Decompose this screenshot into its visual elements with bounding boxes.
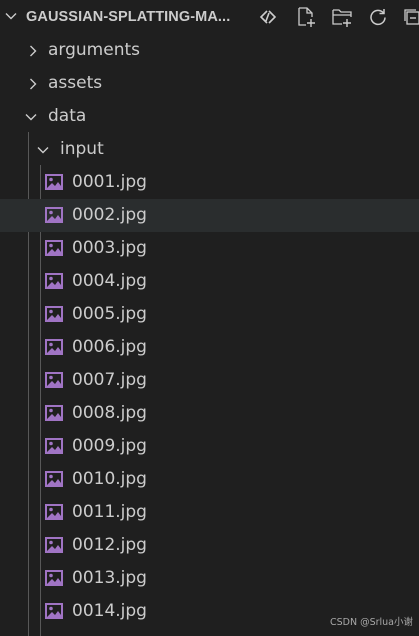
tree-folder-data[interactable]: data [0,100,419,133]
new-folder-icon[interactable] [330,5,354,29]
tree-file-item[interactable]: 0001.jpg [0,166,419,199]
explorer-title[interactable]: GAUSSIAN-SPLATTING-MA... [26,9,230,25]
file-label: 0013.jpg [72,568,147,588]
tree-folder-arguments[interactable]: arguments [0,34,419,67]
file-label: 0002.jpg [72,205,147,225]
file-label: 0009.jpg [72,436,147,456]
refresh-icon[interactable] [366,5,390,29]
image-file-icon [45,207,63,223]
watermark: CSDN @Srlua小谢 [329,617,413,628]
file-label: 0006.jpg [72,337,147,357]
tree-file-item[interactable]: 0007.jpg [0,364,419,397]
image-file-icon [45,306,63,322]
tree-file-item[interactable]: 0011.jpg [0,496,419,529]
file-label: 0003.jpg [72,238,147,258]
image-file-icon [45,273,63,289]
folder-label: input [60,139,104,159]
tree-file-item[interactable]: 0013.jpg [0,562,419,595]
folder-label: data [48,106,87,126]
chevron-down-icon[interactable] [3,8,19,24]
image-file-icon [45,603,63,619]
tree-file-item[interactable]: 0008.jpg [0,397,419,430]
chevron-down-icon [37,147,49,154]
tree-file-item[interactable]: 0010.jpg [0,463,419,496]
folder-label: arguments [48,40,140,60]
new-file-icon[interactable] [294,5,318,29]
explorer-header: GAUSSIAN-SPLATTING-MA... [0,0,419,34]
file-label: 0005.jpg [72,304,147,324]
file-label: 0004.jpg [72,271,147,291]
chevron-down-icon [25,114,37,121]
image-file-icon [45,372,63,388]
folder-label: assets [48,73,103,93]
image-file-icon [45,339,63,355]
image-file-icon [45,405,63,421]
image-file-icon [45,240,63,256]
chevron-right-icon [30,78,37,90]
chevron-right-icon [30,45,37,57]
tree-file-item[interactable]: 0003.jpg [0,232,419,265]
tree-file-item[interactable]: 0012.jpg [0,529,419,562]
file-label: 0007.jpg [72,370,147,390]
image-file-icon [45,174,63,190]
file-label: 0010.jpg [72,469,147,489]
file-label: 0008.jpg [72,403,147,423]
connect-icon[interactable] [256,5,280,29]
file-label: 0012.jpg [72,535,147,555]
image-file-icon [45,471,63,487]
image-file-icon [45,438,63,454]
image-file-icon [45,504,63,520]
tree-file-item[interactable]: 0004.jpg [0,265,419,298]
tree-file-item[interactable]: 0005.jpg [0,298,419,331]
image-file-icon [45,537,63,553]
file-label: 0014.jpg [72,601,147,621]
tree-folder-input[interactable]: input [0,133,419,166]
collapse-all-icon[interactable] [400,5,419,29]
tree-file-item[interactable]: 0002.jpg [0,199,419,232]
tree-file-item[interactable]: 0006.jpg [0,331,419,364]
file-label: 0001.jpg [72,172,147,192]
file-label: 0011.jpg [72,502,147,522]
tree-file-item[interactable]: 0009.jpg [0,430,419,463]
tree-folder-assets[interactable]: assets [0,67,419,100]
image-file-icon [45,570,63,586]
